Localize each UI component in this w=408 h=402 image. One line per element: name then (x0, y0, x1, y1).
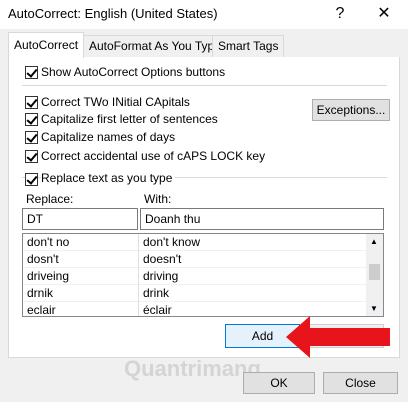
scroll-down-icon[interactable]: ▼ (370, 304, 378, 313)
tab-autocorrect[interactable]: AutoCorrect (8, 32, 85, 58)
close-button[interactable]: Close (323, 372, 398, 394)
exceptions-button[interactable]: Exceptions... (312, 99, 390, 121)
scrollbar[interactable]: ▲ ▼ (366, 234, 383, 316)
window-title: AutoCorrect: English (United States) (8, 6, 218, 21)
two-initial-checkbox[interactable] (25, 96, 38, 109)
with-input[interactable]: Doanh thu (140, 208, 384, 230)
replace-text-label: Replace text as you type (41, 171, 176, 185)
entry-replace: dosn't (27, 252, 59, 266)
entry-replace: drnik (27, 286, 54, 300)
red-arrow-icon (286, 316, 390, 358)
entry-replace: don't no (27, 235, 70, 249)
list-item[interactable]: drnik drink (23, 285, 383, 302)
scroll-up-icon[interactable]: ▲ (370, 237, 378, 246)
show-buttons-checkbox[interactable] (25, 66, 38, 79)
column-divider (138, 234, 139, 316)
close-icon[interactable]: ✕ (362, 0, 406, 29)
tab-autoformat-as-you-type[interactable]: AutoFormat As You Type (83, 35, 227, 57)
first-letter-checkbox[interactable] (25, 113, 38, 126)
ok-button[interactable]: OK (243, 372, 315, 394)
names-of-days-checkbox[interactable] (25, 131, 38, 144)
first-letter-label: Capitalize first letter of sentences (41, 112, 218, 126)
replace-input[interactable]: DT (22, 208, 138, 230)
separator (22, 85, 387, 86)
two-initial-label: Correct TWo INitial CApitals (41, 95, 190, 109)
scroll-thumb[interactable] (369, 264, 380, 280)
entry-with: driving (143, 269, 179, 283)
entries-list[interactable]: don't no don't know dosn't doesn't drive… (22, 233, 384, 317)
show-buttons-label: Show AutoCorrect Options buttons (41, 65, 226, 79)
list-item[interactable]: eclair éclair (23, 302, 383, 317)
replace-label: Replace: (26, 192, 74, 206)
list-item[interactable]: dosn't doesn't (23, 251, 383, 268)
entry-with: drink (143, 286, 170, 300)
caps-lock-label: Correct accidental use of cAPS LOCK key (41, 149, 266, 163)
names-of-days-label: Capitalize names of days (41, 130, 176, 144)
list-item[interactable]: driveing driving (23, 268, 383, 285)
replace-text-checkbox[interactable] (25, 173, 38, 186)
entry-with: doesn't (143, 252, 182, 266)
entry-replace: driveing (27, 269, 70, 283)
caps-lock-checkbox[interactable] (25, 150, 38, 163)
list-item[interactable]: don't no don't know (23, 234, 383, 251)
watermark-logo: Quantrimang (124, 356, 261, 381)
entry-replace: eclair (27, 303, 56, 317)
entry-with: éclair (143, 303, 172, 317)
tab-smart-tags[interactable]: Smart Tags (212, 35, 285, 57)
with-label: With: (144, 192, 172, 206)
entry-with: don't know (143, 235, 200, 249)
help-button[interactable]: ? (318, 0, 362, 29)
